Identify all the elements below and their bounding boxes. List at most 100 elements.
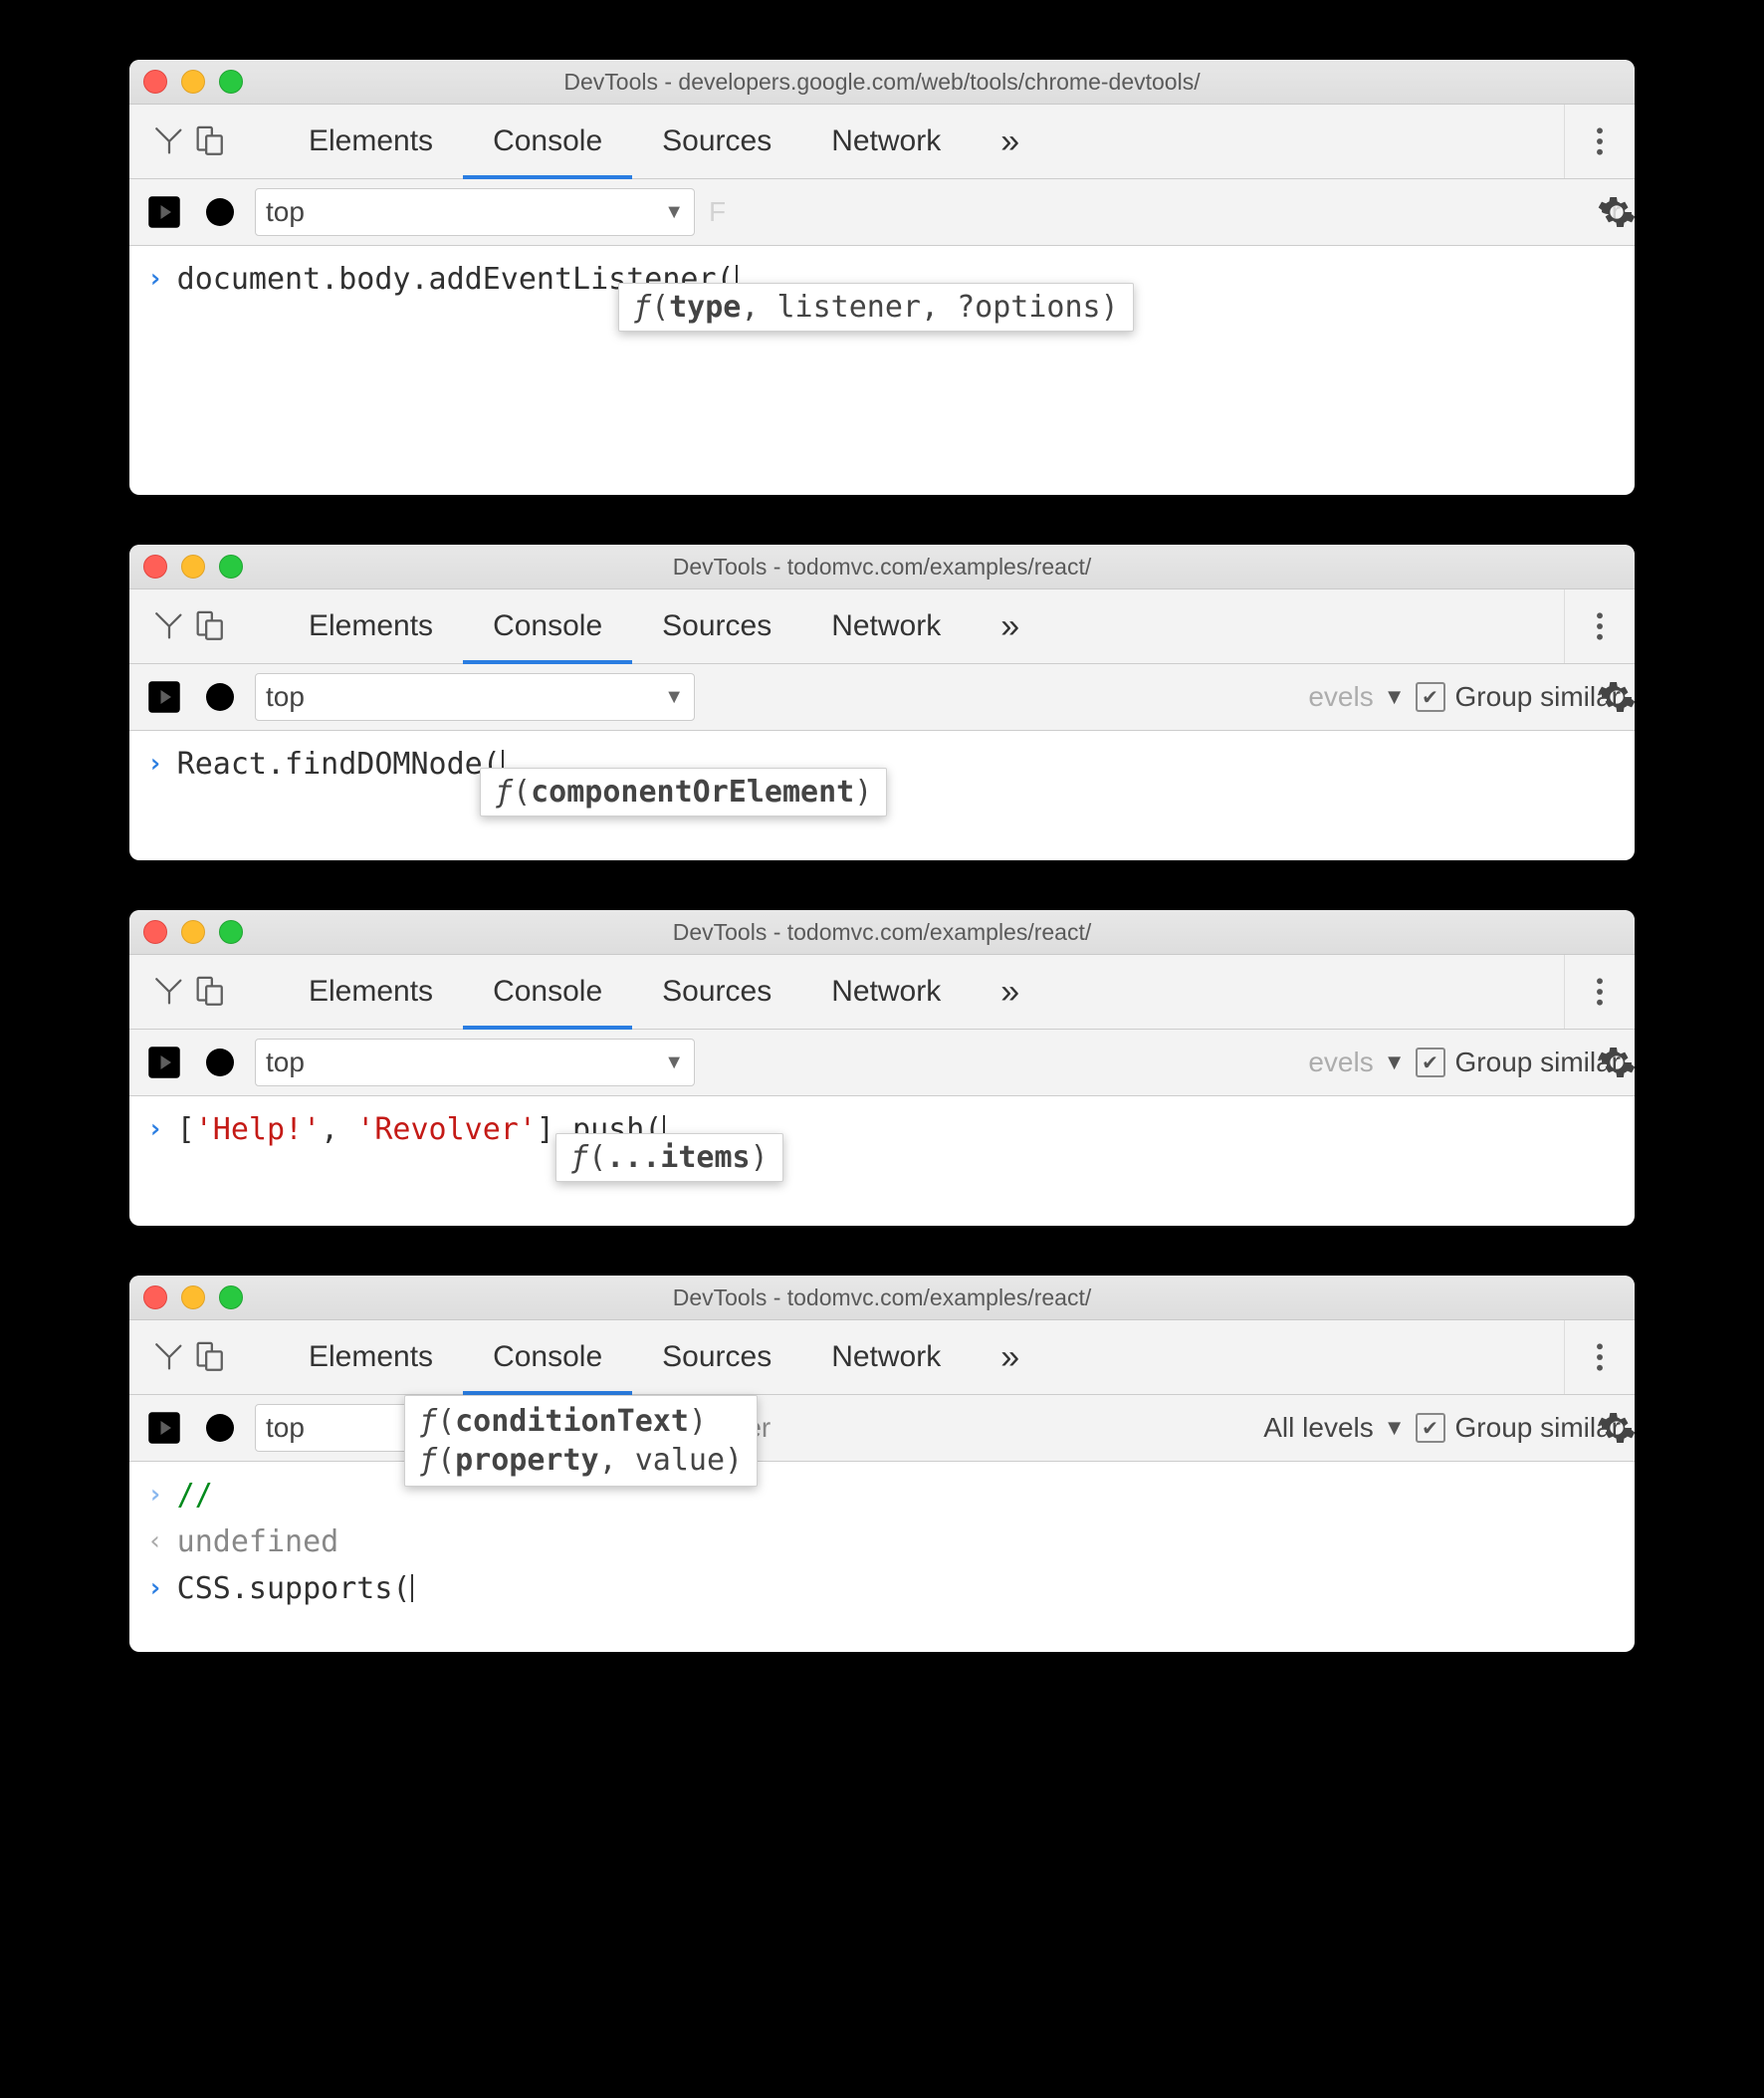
clear-console-icon[interactable]	[199, 1407, 241, 1449]
console-body[interactable]: ›//‹undefined › CSS.supports(	[129, 1462, 1635, 1652]
tab-network[interactable]: Network	[801, 105, 971, 178]
chevron-down-icon: ▼	[664, 201, 684, 224]
traffic-lights[interactable]	[143, 70, 243, 94]
console-line[interactable]: › CSS.supports(	[147, 1565, 1617, 1612]
titlebar: DevTools - todomvc.com/examples/react/	[129, 910, 1635, 955]
console-toolbar: top ▼ Filter All levels ▼ ✔ Group simila…	[129, 1395, 1635, 1462]
device-toggle-icon[interactable]	[191, 1339, 227, 1375]
kebab-menu-icon[interactable]	[1564, 105, 1635, 178]
tab-elements[interactable]: Elements	[279, 589, 463, 663]
console-code[interactable]: //	[177, 1478, 213, 1513]
tab-network[interactable]: Network	[801, 955, 971, 1029]
gear-icon[interactable]	[1597, 192, 1635, 232]
console-body[interactable]: ›['Help!', 'Revolver'].push(	[129, 1096, 1635, 1226]
device-toggle-icon[interactable]	[191, 608, 227, 644]
more-tabs-icon[interactable]: »	[971, 589, 1049, 663]
gear-icon[interactable]	[1597, 1043, 1635, 1082]
group-similar-checkbox[interactable]: ✔	[1416, 1048, 1445, 1077]
inspect-icon[interactable]	[151, 123, 187, 159]
tab-elements[interactable]: Elements	[279, 955, 463, 1029]
console-code[interactable]: CSS.supports(	[177, 1571, 414, 1606]
kebab-menu-icon[interactable]	[1564, 589, 1635, 663]
console-line[interactable]: ‹undefined	[147, 1518, 1617, 1565]
context-selector[interactable]: top ▼	[255, 188, 695, 236]
tab-console[interactable]: Console	[463, 1320, 632, 1394]
tab-elements[interactable]: Elements	[279, 105, 463, 178]
gear-icon[interactable]	[1597, 1408, 1635, 1448]
context-label: top	[266, 681, 305, 713]
tab-sources[interactable]: Sources	[632, 589, 801, 663]
toggle-sidebar-icon[interactable]	[143, 676, 185, 718]
minimize-icon[interactable]	[181, 555, 205, 579]
toggle-sidebar-icon[interactable]	[143, 1042, 185, 1083]
devtools-window: DevTools - developers.google.com/web/too…	[129, 60, 1635, 495]
gear-icon[interactable]	[1597, 677, 1635, 717]
zoom-icon[interactable]	[219, 920, 243, 944]
filter-input[interactable]: F	[709, 196, 726, 228]
context-selector[interactable]: top ▼	[255, 1039, 695, 1086]
levels-label[interactable]: All levels	[1263, 1412, 1373, 1444]
inspect-icon[interactable]	[151, 1339, 187, 1375]
window-title: DevTools - todomvc.com/examples/react/	[129, 554, 1635, 581]
device-toggle-icon[interactable]	[191, 974, 227, 1010]
console-line[interactable]: ›//	[147, 1472, 1617, 1518]
context-label: top	[266, 1412, 305, 1444]
minimize-icon[interactable]	[181, 1285, 205, 1309]
zoom-icon[interactable]	[219, 1285, 243, 1309]
devtools-tabbar: Elements Console Sources Network »	[129, 955, 1635, 1030]
close-icon[interactable]	[143, 920, 167, 944]
traffic-lights[interactable]	[143, 920, 243, 944]
inspect-icon[interactable]	[151, 608, 187, 644]
close-icon[interactable]	[143, 1285, 167, 1309]
console-code[interactable]: React.findDOMNode(	[177, 747, 504, 782]
group-similar-checkbox[interactable]: ✔	[1416, 1413, 1445, 1443]
tab-network[interactable]: Network	[801, 1320, 971, 1394]
console-toolbar: top ▼ evels ▼ ✔ Group similar ƒ(componen…	[129, 664, 1635, 731]
more-tabs-icon[interactable]: »	[971, 1320, 1049, 1394]
devtools-tabbar: Elements Console Sources Network »	[129, 1320, 1635, 1395]
tab-console[interactable]: Console	[463, 105, 632, 178]
clear-console-icon[interactable]	[199, 676, 241, 718]
close-icon[interactable]	[143, 70, 167, 94]
tab-sources[interactable]: Sources	[632, 955, 801, 1029]
prompt-icon: ›	[147, 1573, 163, 1603]
titlebar: DevTools - todomvc.com/examples/react/	[129, 545, 1635, 589]
console-toolbar: top ▼ F r ƒ(type, listener, ?options)	[129, 179, 1635, 246]
clear-console-icon[interactable]	[199, 191, 241, 233]
traffic-lights[interactable]	[143, 1285, 243, 1309]
more-tabs-icon[interactable]: »	[971, 105, 1049, 178]
clear-console-icon[interactable]	[199, 1042, 241, 1083]
console-toolbar: top ▼ evels ▼ ✔ Group similar ƒ(...items…	[129, 1030, 1635, 1096]
console-code[interactable]: undefined	[177, 1524, 339, 1559]
traffic-lights[interactable]	[143, 555, 243, 579]
window-title: DevTools - developers.google.com/web/too…	[129, 69, 1635, 96]
toggle-sidebar-icon[interactable]	[143, 191, 185, 233]
chevron-down-icon[interactable]: ▼	[1384, 1049, 1406, 1075]
tab-sources[interactable]: Sources	[632, 105, 801, 178]
zoom-icon[interactable]	[219, 70, 243, 94]
zoom-icon[interactable]	[219, 555, 243, 579]
minimize-icon[interactable]	[181, 70, 205, 94]
more-tabs-icon[interactable]: »	[971, 955, 1049, 1029]
chevron-down-icon[interactable]: ▼	[1384, 1415, 1406, 1441]
minimize-icon[interactable]	[181, 920, 205, 944]
console-line[interactable]: ›['Help!', 'Revolver'].push(	[147, 1106, 1617, 1153]
kebab-menu-icon[interactable]	[1564, 1320, 1635, 1394]
device-toggle-icon[interactable]	[191, 123, 227, 159]
tab-network[interactable]: Network	[801, 589, 971, 663]
group-similar-checkbox[interactable]: ✔	[1416, 682, 1445, 712]
kebab-menu-icon[interactable]	[1564, 955, 1635, 1029]
signature-hint: ƒ(type, listener, ?options)	[618, 283, 1134, 332]
devtools-tabbar: Elements Console Sources Network »	[129, 589, 1635, 664]
context-selector[interactable]: top ▼	[255, 673, 695, 721]
tab-console[interactable]: Console	[463, 589, 632, 663]
tab-elements[interactable]: Elements	[279, 1320, 463, 1394]
devtools-tabbar: Elements Console Sources Network »	[129, 105, 1635, 179]
tab-console[interactable]: Console	[463, 955, 632, 1029]
close-icon[interactable]	[143, 555, 167, 579]
levels-group: evels ▼ ✔ Group similar	[1308, 1047, 1621, 1078]
toggle-sidebar-icon[interactable]	[143, 1407, 185, 1449]
inspect-icon[interactable]	[151, 974, 187, 1010]
chevron-down-icon[interactable]: ▼	[1384, 684, 1406, 710]
tab-sources[interactable]: Sources	[632, 1320, 801, 1394]
